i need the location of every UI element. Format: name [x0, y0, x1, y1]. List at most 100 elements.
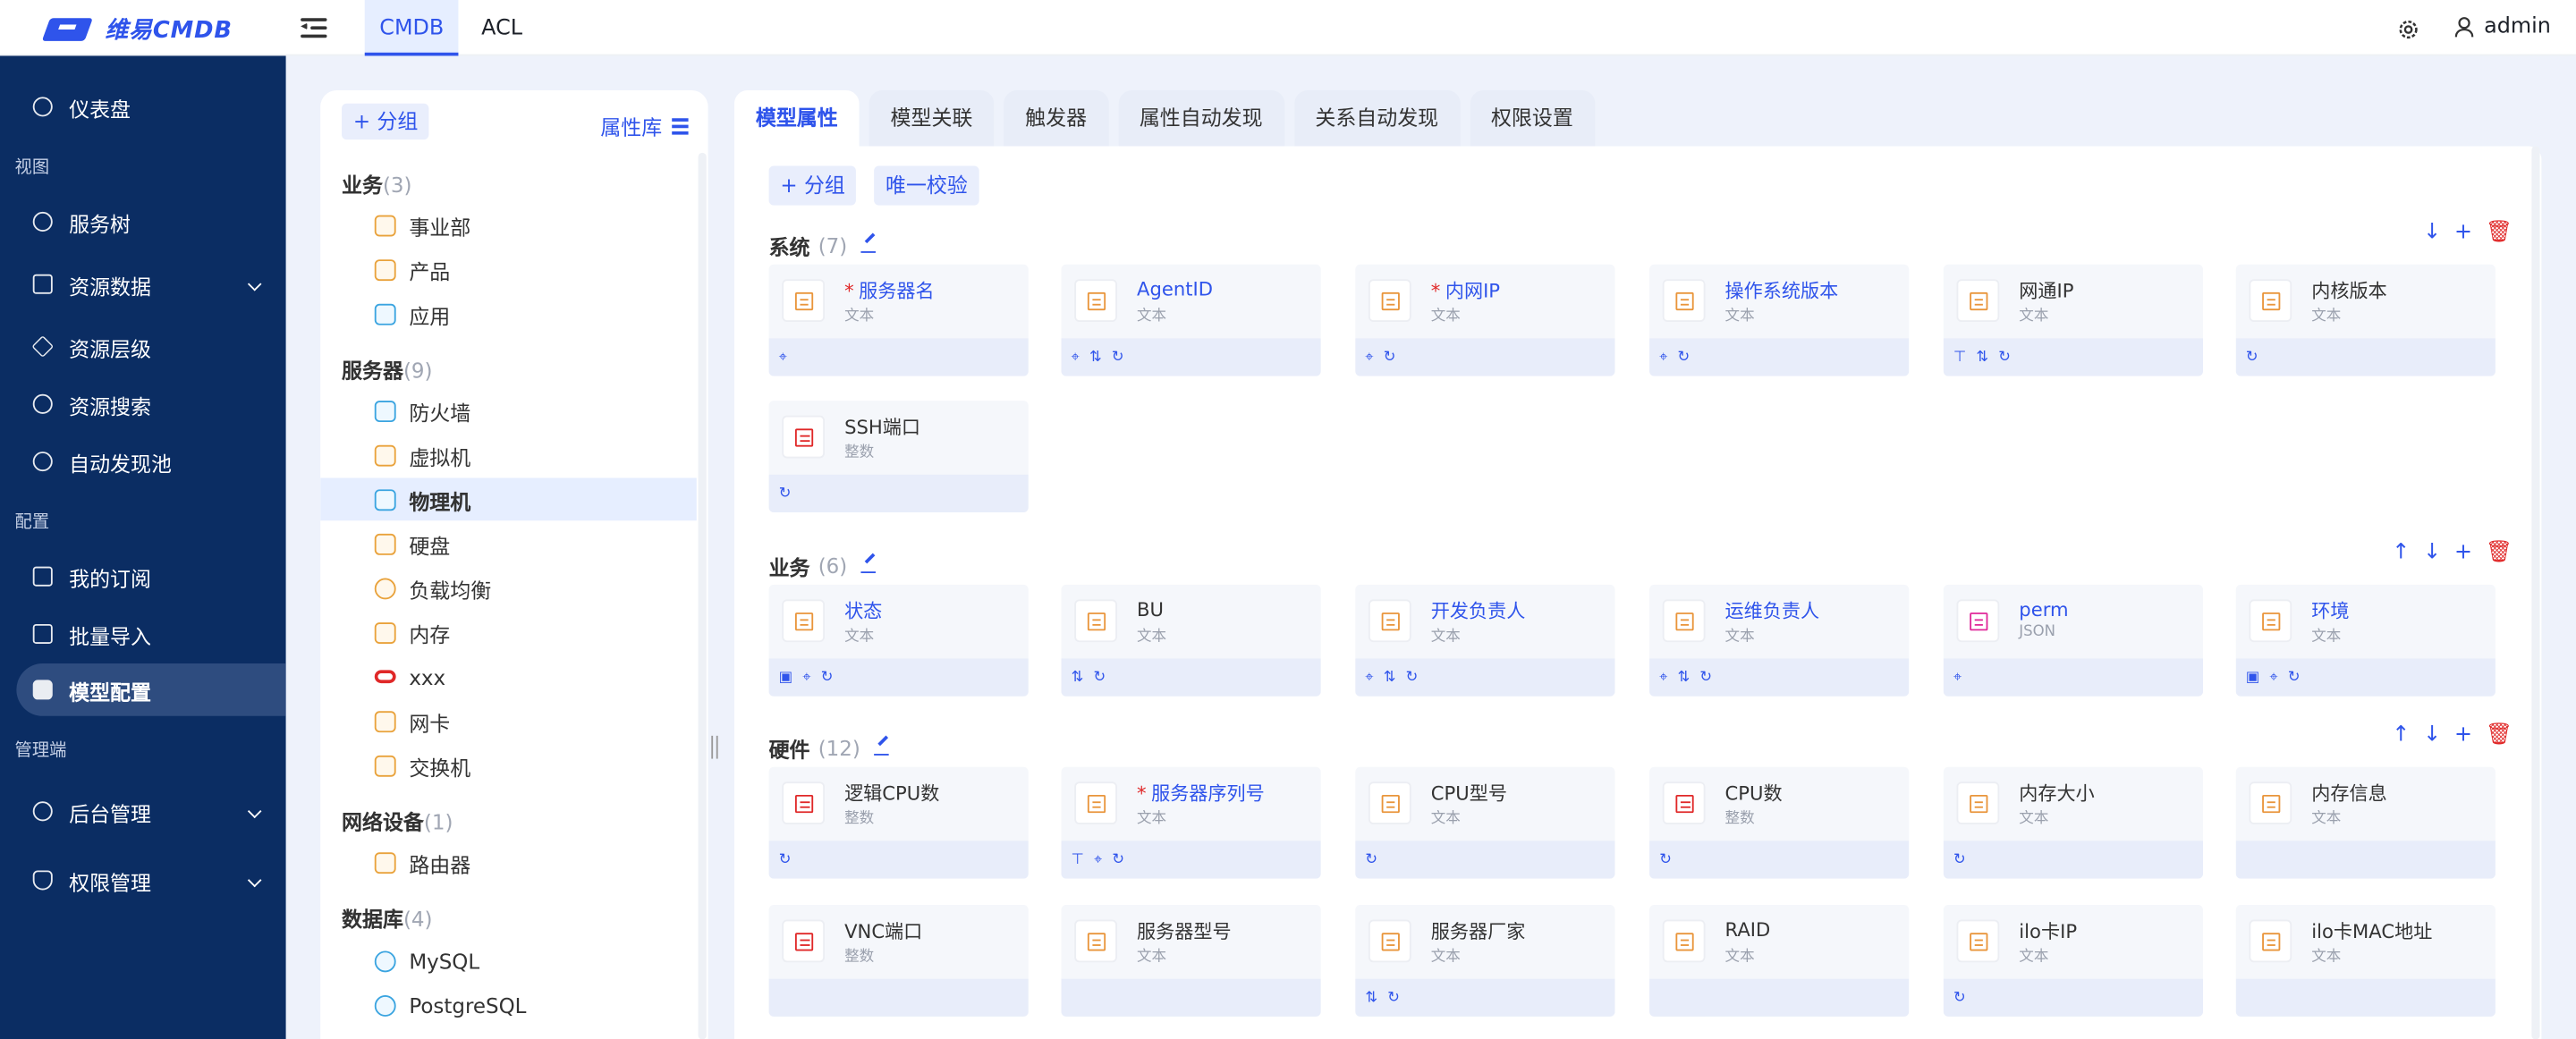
model-item[interactable]: 路由器 [320, 840, 697, 883]
attribute-flags-bar [768, 978, 1029, 1017]
settings-gear-icon[interactable] [2397, 16, 2420, 39]
model-item[interactable]: 产品 [320, 248, 697, 291]
attribute-card[interactable]: 开发负责人 文本 ⌖ ⇅ ↻ [1355, 584, 1615, 697]
delete-icon[interactable]: 🗑 [2486, 542, 2512, 563]
tab-triggers[interactable]: 触发器 [1004, 90, 1108, 147]
attribute-card[interactable]: 服务器厂家 文本 ⇅ ↻ [1355, 905, 1615, 1017]
sidebar-item-dashboard[interactable]: 仪表盘 [16, 80, 285, 133]
group-title-network[interactable]: 网络设备(1) [342, 805, 453, 836]
sidebar-item-resource-data[interactable]: 资源数据 [16, 258, 285, 310]
model-item[interactable]: 网卡 [320, 699, 697, 742]
delete-icon[interactable]: 🗑 [2486, 724, 2512, 746]
permission-icon [32, 870, 53, 891]
attribute-library-button[interactable]: 属性库 [600, 110, 689, 141]
tab-model-attributes[interactable]: 模型属性 [734, 90, 860, 147]
edit-icon[interactable] [860, 558, 876, 574]
model-item[interactable]: MySQL [320, 940, 697, 983]
sidebar-item-batch-import[interactable]: 批量导入 [16, 608, 285, 661]
attribute-card[interactable]: 内核版本 文本 ↻ [2235, 264, 2496, 376]
attribute-name: VNC端口 [844, 919, 923, 943]
menu-collapse-icon[interactable] [301, 16, 327, 39]
edit-icon[interactable] [873, 740, 889, 756]
model-item-selected[interactable]: 物理机 [320, 477, 697, 521]
add-attr-group-button[interactable]: + 分组 [768, 165, 857, 206]
sidebar-item-resource-search[interactable]: 资源搜索 [16, 377, 285, 430]
attribute-type: 文本 [2311, 629, 2342, 646]
attribute-flag-icon: ↻ [1387, 989, 1401, 1006]
add-icon[interactable]: + [2454, 222, 2472, 243]
text-type-icon [1368, 599, 1411, 643]
attribute-card[interactable]: ilo卡MAC地址 文本 [2235, 905, 2496, 1017]
add-icon[interactable]: + [2454, 542, 2472, 563]
edit-icon[interactable] [860, 238, 876, 253]
right-scrollbar[interactable] [2531, 146, 2540, 1039]
attribute-card[interactable]: * 服务器序列号 文本 ⊤ ⌖ ↻ [1061, 766, 1321, 879]
delete-icon[interactable]: 🗑 [2486, 222, 2512, 243]
sidebar-item-service-tree[interactable]: 服务树 [16, 196, 285, 249]
attribute-card[interactable]: CPU数 整数 ↻ [1649, 766, 1910, 879]
attribute-card[interactable]: CPU型号 文本 ↻ [1355, 766, 1615, 879]
model-item[interactable]: 虚拟机 [320, 434, 697, 477]
move-down-icon[interactable]: ↓ [2423, 222, 2441, 243]
model-item[interactable]: 交换机 [320, 744, 697, 787]
attribute-card[interactable]: RAID 文本 [1649, 905, 1910, 1017]
attribute-card[interactable]: ilo卡IP 文本 ↻ [1943, 905, 2204, 1017]
attribute-card[interactable]: * 服务器名 文本 ⌖ [768, 264, 1029, 376]
sidebar-item-resource-hierarchy[interactable]: 资源层级 [16, 320, 285, 373]
tab-permissions[interactable]: 权限设置 [1470, 90, 1595, 147]
tab-relation-autodiscovery[interactable]: 关系自动发现 [1293, 90, 1461, 147]
sidebar-item-permissions[interactable]: 权限管理 [16, 854, 285, 907]
move-down-icon[interactable]: ↓ [2423, 724, 2441, 746]
attribute-card[interactable]: SSH端口 整数 ↻ [768, 401, 1029, 513]
group-title-servers[interactable]: 服务器(9) [342, 353, 432, 384]
username: admin [2484, 14, 2551, 40]
resize-handle[interactable] [711, 735, 718, 759]
load-balancer-icon [374, 577, 396, 599]
model-item[interactable]: xxx [320, 655, 697, 698]
attribute-card[interactable]: 服务器型号 文本 [1061, 905, 1321, 1017]
group-title-business[interactable]: 业务(3) [342, 167, 411, 199]
group-title-database[interactable]: 数据库(4) [342, 901, 432, 933]
model-item[interactable]: 硬盘 [320, 522, 697, 565]
nav-tab-cmdb[interactable]: CMDB [364, 0, 459, 56]
attribute-card[interactable]: 操作系统版本 文本 ⌖ ↻ [1649, 264, 1910, 376]
attribute-card[interactable]: 内存信息 文本 [2235, 766, 2496, 879]
attribute-card[interactable]: VNC端口 整数 [768, 905, 1029, 1017]
attribute-card[interactable]: 内存大小 文本 ↻ [1943, 766, 2204, 879]
attribute-name: 服务器厂家 [1430, 919, 1526, 943]
attribute-card[interactable]: 运维负责人 文本 ⌖ ⇅ ↻ [1649, 584, 1910, 697]
unique-check-button[interactable]: 唯一校验 [874, 165, 979, 206]
move-up-icon[interactable]: ↑ [2392, 724, 2410, 746]
model-item[interactable]: 负载均衡 [320, 567, 697, 610]
attribute-card[interactable]: 环境 文本 ▣ ⌖ ↻ [2235, 584, 2496, 697]
sidebar-item-model-config[interactable]: 模型配置 [16, 663, 286, 716]
attribute-card[interactable]: * 内网IP 文本 ⌖ ↻ [1355, 264, 1615, 376]
nav-tab-acl[interactable]: ACL [467, 0, 538, 55]
model-item[interactable]: 应用 [320, 292, 697, 335]
app-logo[interactable]: 维易CMDB [46, 13, 232, 46]
move-up-icon[interactable]: ↑ [2392, 542, 2410, 563]
attribute-card[interactable]: BU 文本 ⇅ ↻ [1061, 584, 1321, 697]
model-item[interactable]: PostgreSQL [320, 984, 697, 1026]
attribute-card[interactable]: perm JSON ⌖ [1943, 584, 2204, 697]
model-item[interactable]: 内存 [320, 611, 697, 654]
attribute-flags-bar: ⌖ ↻ [1355, 338, 1615, 376]
sidebar-item-subscriptions[interactable]: 我的订阅 [16, 550, 285, 603]
attribute-card[interactable]: 状态 文本 ▣ ⌖ ↻ [768, 584, 1029, 697]
attribute-name: perm [2019, 597, 2069, 621]
sidebar-item-backend-admin[interactable]: 后台管理 [16, 785, 285, 838]
model-item[interactable]: 防火墙 [320, 389, 697, 432]
left-scrollbar[interactable] [698, 152, 707, 1039]
add-icon[interactable]: + [2454, 724, 2472, 746]
attribute-card[interactable]: 网通IP 文本 ⊤ ⇅ ↻ [1943, 264, 2204, 376]
sidebar-item-discovery-pool[interactable]: 自动发现池 [16, 435, 285, 488]
model-item[interactable]: 事业部 [320, 204, 697, 247]
tab-model-relations[interactable]: 模型关联 [869, 90, 995, 147]
integer-type-icon [782, 781, 826, 825]
attribute-card[interactable]: AgentID 文本 ⌖ ⇅ ↻ [1061, 264, 1321, 376]
attribute-card[interactable]: 逻辑CPU数 整数 ↻ [768, 766, 1029, 879]
add-group-button[interactable]: + 分组 [342, 103, 430, 140]
tab-attr-autodiscovery[interactable]: 属性自动发现 [1117, 90, 1284, 147]
user-menu[interactable]: admin [2454, 14, 2551, 40]
move-down-icon[interactable]: ↓ [2423, 542, 2441, 563]
